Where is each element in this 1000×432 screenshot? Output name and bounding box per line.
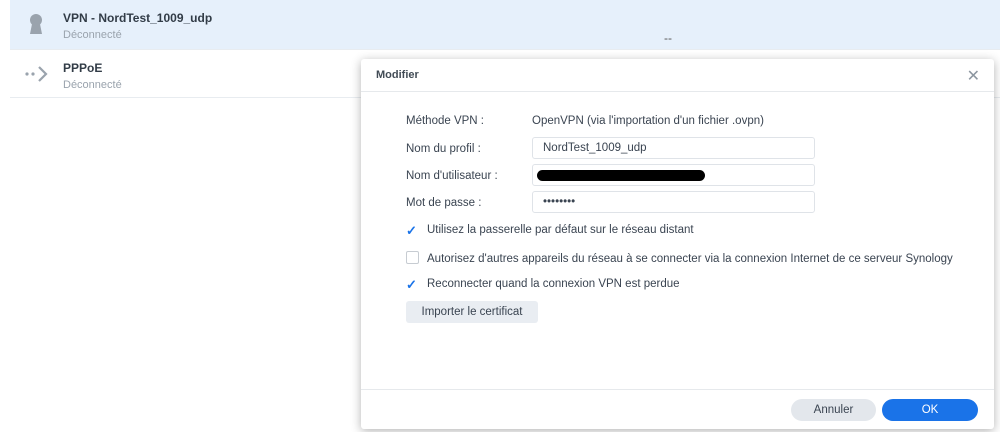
method-label: Méthode VPN : (406, 115, 484, 127)
list-item-status: Déconnecté (63, 29, 122, 41)
profile-label: Nom du profil : (406, 143, 481, 155)
cancel-button[interactable]: Annuler (791, 399, 876, 421)
allow-other-devices-checkbox[interactable]: Autorisez d'autres appareils du réseau à… (406, 251, 953, 265)
dialog-footer: Annuler OK (361, 389, 994, 429)
reconnect-checkbox[interactable]: ✓ Reconnecter quand la connexion VPN est … (406, 278, 680, 291)
close-icon[interactable]: ✕ (967, 66, 980, 86)
default-gateway-checkbox[interactable]: ✓ Utilisez la passerelle par défaut sur l… (406, 224, 694, 237)
list-item-title: PPPoE (63, 61, 103, 75)
list-item-status: Déconnecté (63, 79, 122, 91)
checkmark-icon: ✓ (406, 277, 417, 292)
modify-dialog: Modifier ✕ Méthode VPN : OpenVPN (via l'… (361, 59, 994, 429)
checkmark-icon: ✓ (406, 223, 417, 238)
import-certificate-button[interactable]: Importer le certificat (406, 301, 538, 323)
password-label: Mot de passe : (406, 197, 482, 209)
username-input[interactable] (532, 164, 815, 186)
checkbox-label: Autorisez d'autres appareils du réseau à… (427, 253, 953, 265)
list-item-extra: -- (664, 31, 672, 45)
checkbox-label: Reconnecter quand la connexion VPN est p… (427, 278, 680, 290)
pppoe-arrow-icon (24, 62, 48, 86)
checkbox-empty-icon (406, 251, 419, 264)
method-value: OpenVPN (via l'importation d'un fichier … (532, 115, 764, 127)
vpn-keyhole-icon (24, 12, 48, 36)
list-item-vpn[interactable]: VPN - NordTest_1009_udp Déconnecté -- (10, 0, 1000, 50)
password-input[interactable]: •••••••• (532, 191, 815, 213)
redaction-mark (537, 170, 705, 181)
ok-button[interactable]: OK (882, 399, 978, 421)
username-label: Nom d'utilisateur : (406, 170, 498, 182)
dialog-title: Modifier (361, 59, 994, 92)
list-item-title: VPN - NordTest_1009_udp (63, 11, 213, 25)
checkbox-label: Utilisez la passerelle par défaut sur le… (427, 224, 694, 236)
profile-name-input[interactable]: NordTest_1009_udp (532, 137, 815, 159)
